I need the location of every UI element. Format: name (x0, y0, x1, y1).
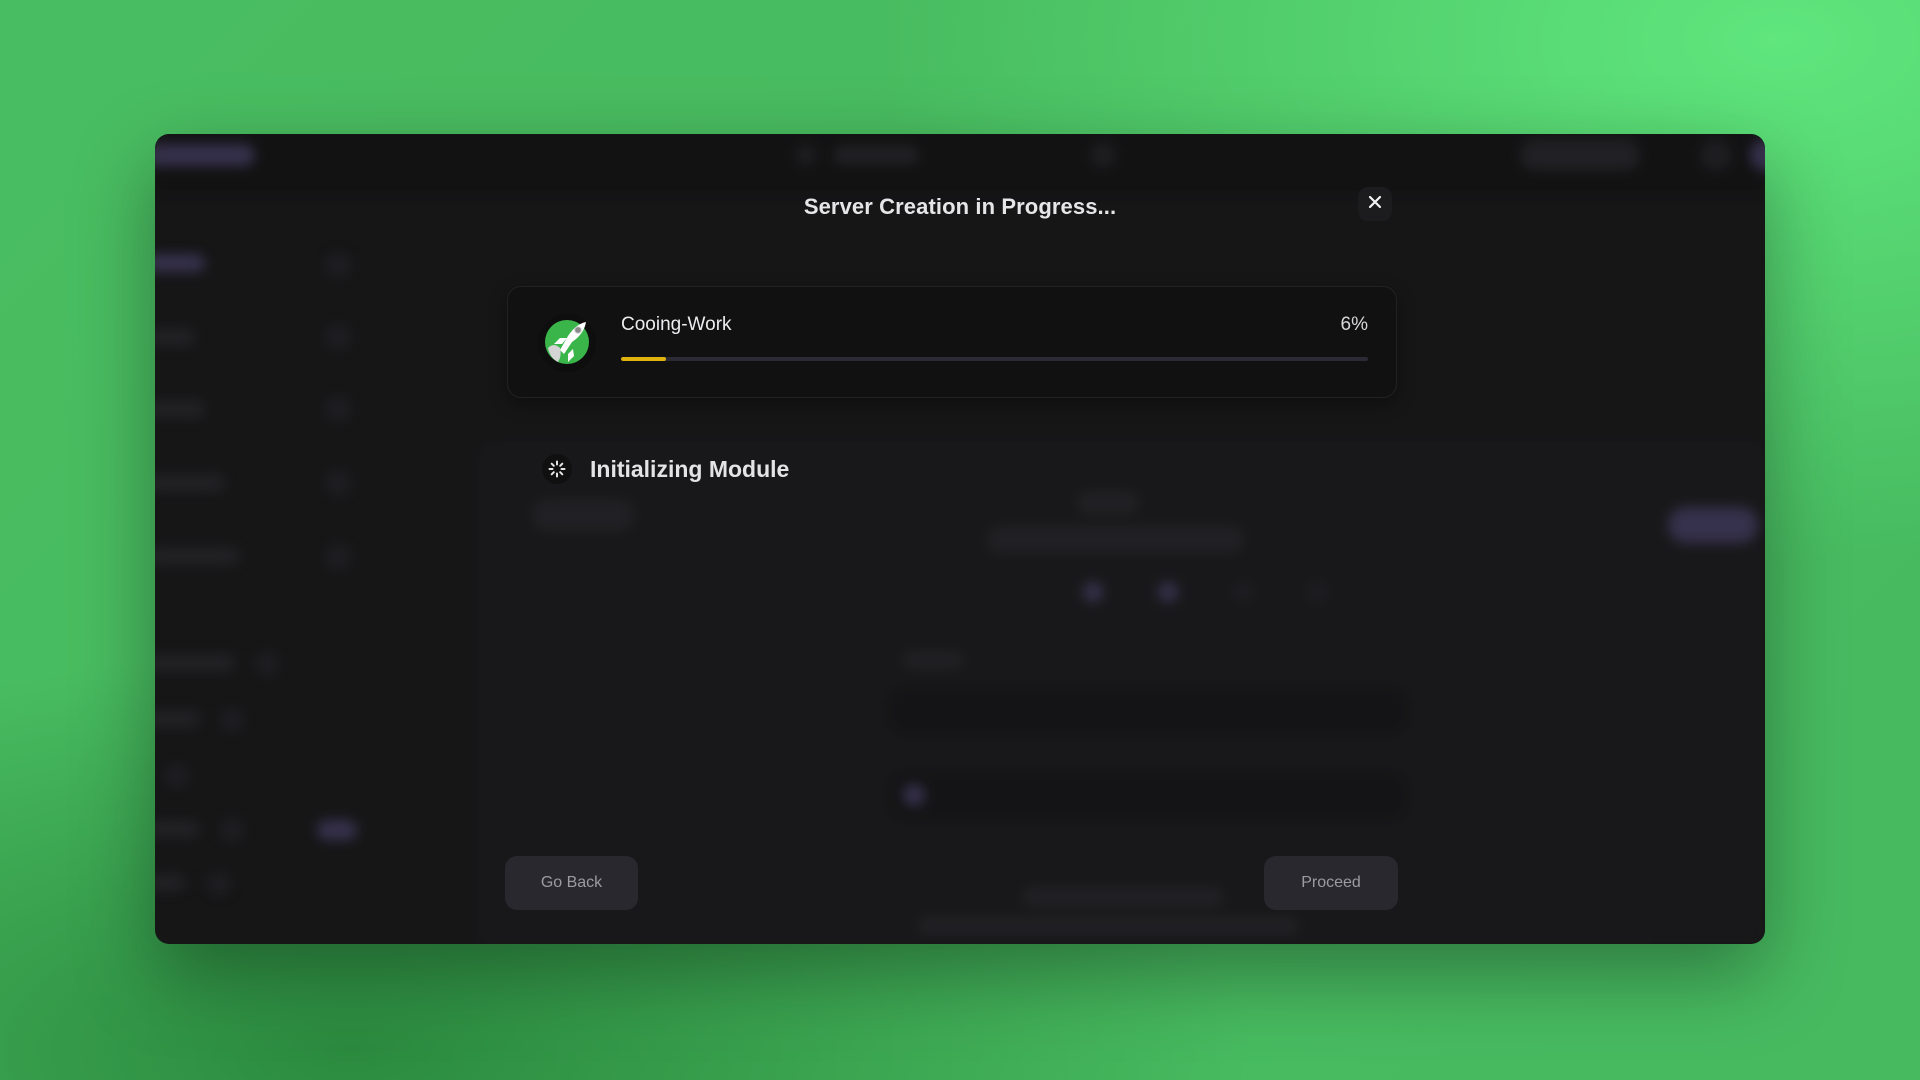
server-name: Cooing-Work (621, 314, 732, 335)
rocket-icon (540, 314, 594, 373)
server-avatar (538, 314, 596, 372)
close-icon (1367, 194, 1383, 215)
go-back-button[interactable]: Go Back (505, 856, 638, 910)
modal-title: Server Creation in Progress... (803, 194, 1117, 219)
app-window: Server Creation in Progress... Cooing-Wo… (155, 134, 1765, 944)
progress-bar (621, 357, 1368, 361)
status-text: Initializing Module (590, 455, 790, 482)
server-progress-card: Cooing-Work 6% (507, 286, 1397, 398)
progress-bar-fill (621, 357, 666, 361)
spinner-icon (542, 454, 572, 484)
close-button[interactable] (1358, 187, 1392, 221)
status-row: Initializing Module (542, 454, 789, 484)
progress-percent: 6% (1340, 314, 1368, 335)
proceed-button[interactable]: Proceed (1264, 856, 1398, 910)
server-creation-modal: Server Creation in Progress... Cooing-Wo… (155, 134, 1765, 944)
